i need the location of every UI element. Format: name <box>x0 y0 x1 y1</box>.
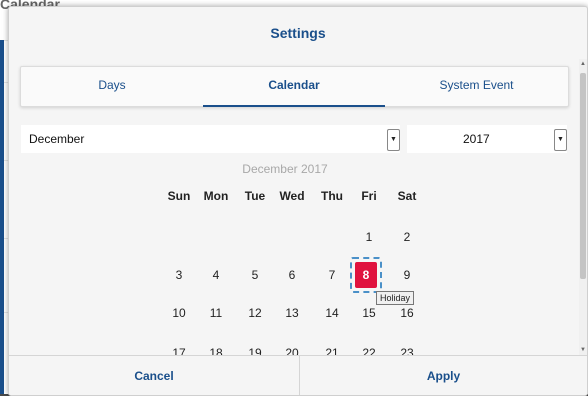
tab-bar: Days Calendar System Event <box>20 66 569 107</box>
scroll-down-icon[interactable]: ▼ <box>579 347 587 353</box>
calendar-day-selected[interactable]: 8 <box>355 262 377 288</box>
tab-days[interactable]: Days <box>21 67 203 106</box>
calendar-day[interactable]: 6 <box>273 268 311 282</box>
scrollbar[interactable]: ▲ ▼ <box>579 59 587 355</box>
calendar-day[interactable]: 9 <box>388 268 426 282</box>
month-select[interactable]: December ▼ <box>21 125 400 153</box>
weekday-header: Wed <box>279 189 305 203</box>
calendar-day[interactable]: 23 <box>388 346 426 355</box>
calendar-day[interactable]: 10 <box>160 306 198 320</box>
calendar-day[interactable]: 1 <box>350 230 388 244</box>
calendar-day[interactable]: 12 <box>236 306 274 320</box>
calendar-day[interactable]: 20 <box>273 346 311 355</box>
weekday-header: Mon <box>203 189 229 203</box>
calendar-day[interactable]: 2 <box>388 230 426 244</box>
calendar-day[interactable]: 21 <box>313 346 351 355</box>
calendar-day[interactable]: 5 <box>236 268 274 282</box>
chevron-down-icon[interactable]: ▼ <box>387 129 400 151</box>
year-select-value: 2017 <box>463 132 490 146</box>
dialog-footer: Cancel Apply <box>9 355 587 395</box>
year-select[interactable]: 2017 ▼ <box>407 125 567 153</box>
month-select-value: December <box>29 132 85 146</box>
holiday-tooltip: Holiday <box>376 291 415 305</box>
calendar-day[interactable]: 16 <box>388 306 426 320</box>
calendar-day[interactable]: 22 <box>350 346 388 355</box>
weekday-header: Tue <box>244 189 266 203</box>
apply-button[interactable]: Apply <box>300 356 587 395</box>
dialog-content: Days Calendar System Event December ▼ 20… <box>9 59 579 355</box>
calendar-day[interactable]: 17 <box>160 346 198 355</box>
settings-dialog: Settings Days Calendar System Event Dece… <box>8 6 588 396</box>
background-edge <box>0 40 4 394</box>
calendar-day[interactable]: 3 <box>160 268 198 282</box>
calendar-day[interactable]: 14 <box>313 306 351 320</box>
calendar-day[interactable]: 13 <box>273 306 311 320</box>
scroll-up-icon[interactable]: ▲ <box>579 61 587 67</box>
chevron-down-icon[interactable]: ▼ <box>554 129 567 151</box>
tab-calendar[interactable]: Calendar <box>203 67 385 107</box>
calendar-month-title: December 2017 <box>242 162 328 176</box>
weekday-header: Fri <box>361 189 377 203</box>
tab-system-event[interactable]: System Event <box>385 67 568 106</box>
calendar-day[interactable]: 18 <box>197 346 235 355</box>
dialog-title: Settings <box>270 25 326 41</box>
weekday-header: Sat <box>397 189 417 203</box>
calendar-day[interactable]: 11 <box>197 306 235 320</box>
cancel-button[interactable]: Cancel <box>9 356 299 395</box>
calendar-day[interactable]: 4 <box>197 268 235 282</box>
calendar-day[interactable]: 15 <box>350 306 388 320</box>
calendar-day[interactable]: 19 <box>236 346 274 355</box>
weekday-header: Sun <box>167 189 191 203</box>
weekday-header: Thu <box>321 189 343 203</box>
calendar-day[interactable]: 7 <box>313 268 351 282</box>
scroll-thumb[interactable] <box>580 73 586 279</box>
